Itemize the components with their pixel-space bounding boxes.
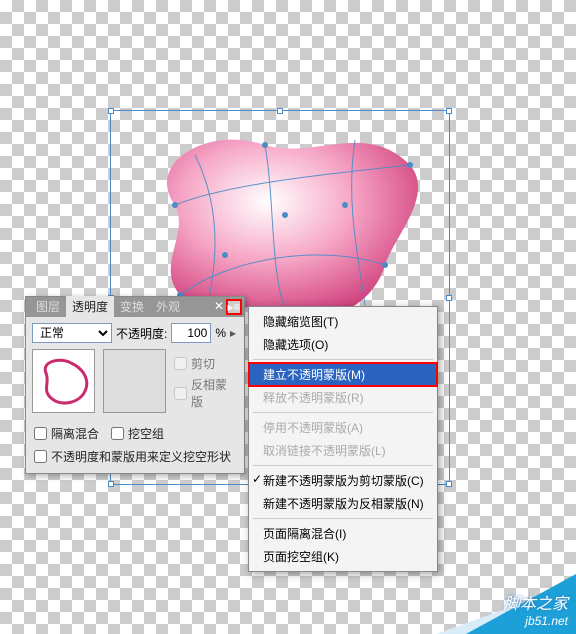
invert-checkbox-row[interactable]: 反相蒙版 [174, 376, 238, 410]
object-thumbnail[interactable] [32, 349, 95, 413]
isolate-checkbox[interactable]: 隔离混合 [34, 425, 99, 442]
opacity-suffix: % [215, 326, 226, 340]
opacity-stepper-icon[interactable]: ▸ [230, 326, 236, 340]
menu-item[interactable]: 新建不透明蒙版为剪切蒙版(C) [249, 469, 437, 492]
opacity-label: 不透明度: [116, 325, 167, 342]
knockout-checkbox[interactable]: 挖空组 [111, 425, 164, 442]
blend-mode-select[interactable]: 正常 [32, 323, 112, 343]
panel-flyout-menu: 隐藏缩览图(T)隐藏选项(O) 建立不透明蒙版(M)释放不透明蒙版(R) 停用不透明… [248, 306, 438, 572]
menu-item[interactable]: 页面挖空组(K) [249, 545, 437, 568]
menu-item: 取消链接不透明蒙版(L) [249, 439, 437, 462]
menu-item[interactable]: 隐藏选项(O) [249, 333, 437, 356]
panel-flyout-button[interactable]: ▸≡ [226, 299, 242, 315]
define-knockout-checkbox[interactable]: 不透明度和蒙版用来定义挖空形状 [32, 446, 238, 467]
menu-item: 释放不透明蒙版(R) [249, 386, 437, 409]
menu-item: 停用不透明蒙版(A) [249, 416, 437, 439]
watermark: 脚本之家 jb51.net [504, 590, 568, 628]
panel-close-icon[interactable]: ✕ [214, 299, 224, 313]
tab-transform[interactable]: 变换 [114, 296, 150, 317]
opacity-input[interactable] [171, 323, 211, 343]
panel-tab-row: 图层 透明度 变换 外观 ✕ ▸≡ [26, 297, 244, 317]
menu-item[interactable]: 页面隔离混合(I) [249, 522, 437, 545]
menu-item[interactable]: 新建不透明蒙版为反相蒙版(N) [249, 492, 437, 515]
transparency-panel: 图层 透明度 变换 外观 ✕ ▸≡ 正常 不透明度: % ▸ 剪切 反相蒙版 隔… [25, 296, 245, 474]
clip-checkbox-row[interactable]: 剪切 [174, 355, 238, 372]
tab-layers[interactable]: 图层 [30, 296, 66, 317]
mask-thumbnail[interactable] [103, 349, 166, 413]
tab-transparency[interactable]: 透明度 [66, 296, 114, 317]
tab-appearance[interactable]: 外观 [150, 296, 186, 317]
menu-item[interactable]: 隐藏缩览图(T) [249, 310, 437, 333]
menu-item[interactable]: 建立不透明蒙版(M) [249, 363, 437, 386]
